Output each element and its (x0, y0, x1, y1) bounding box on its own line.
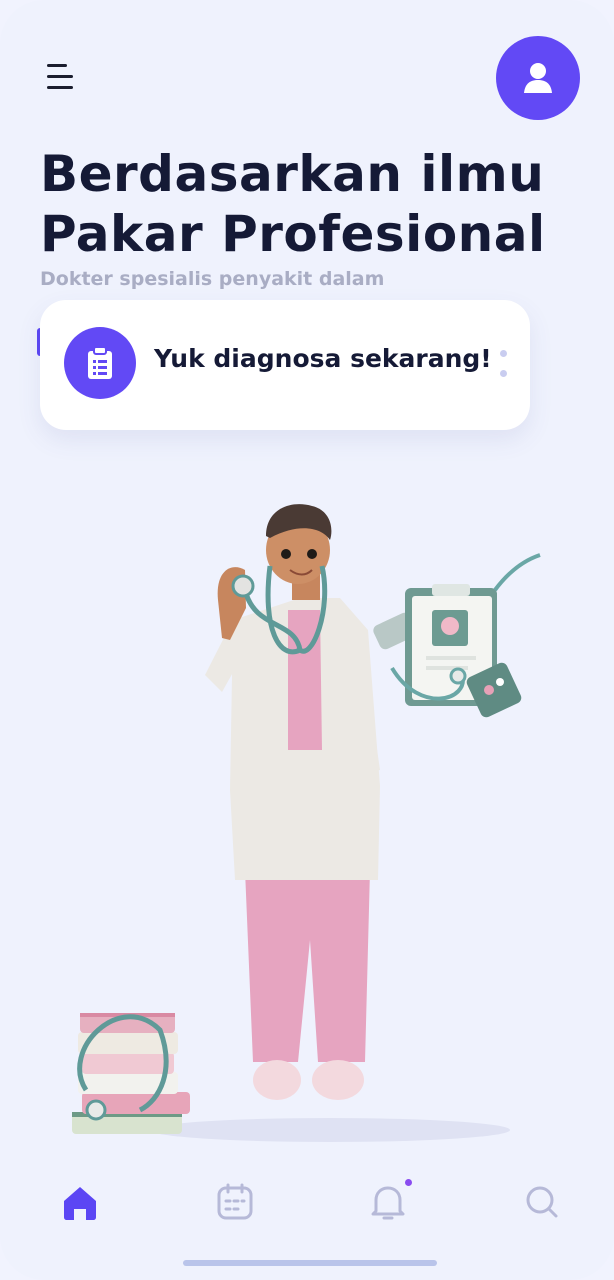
page-subtitle: Dokter spesialis penyakit dalam (40, 268, 385, 290)
hamburger-menu-icon (47, 64, 67, 67)
page-title-line-1: Berdasarkan ilmu (40, 145, 545, 203)
tab-calendar[interactable] (211, 1178, 259, 1226)
bottom-tab-bar (0, 1160, 614, 1250)
page-title: Berdasarkan ilmu Pakar Profesional (40, 144, 580, 264)
doctor-illustration (72, 504, 541, 1142)
home-icon (64, 1187, 96, 1220)
home-indicator (183, 1260, 437, 1266)
tab-search[interactable] (518, 1178, 566, 1226)
more-vertical-icon[interactable] (494, 348, 514, 388)
doctor-with-stethoscope (205, 504, 380, 1100)
hamburger-menu-line (47, 75, 73, 78)
tab-notifications[interactable] (364, 1178, 412, 1226)
notification-dot (405, 1179, 412, 1186)
bell-icon (371, 1186, 405, 1220)
user-icon (524, 63, 552, 93)
diagnose-cta-card[interactable]: Yuk diagnosa sekarang! (40, 300, 530, 430)
menu-button[interactable] (40, 56, 84, 100)
hamburger-menu-line (47, 86, 73, 89)
diagnose-cta-label: Yuk diagnosa sekarang! (154, 344, 492, 373)
search-icon (526, 1186, 558, 1218)
tab-home[interactable] (56, 1178, 104, 1226)
calendar-icon (217, 1183, 253, 1220)
profile-avatar-button[interactable] (496, 36, 580, 120)
page-title-line-2: Pakar Profesional (40, 205, 546, 263)
stack-of-books (72, 1013, 190, 1134)
clipboard-icon (88, 346, 112, 379)
clipboard-with-stethoscope (373, 553, 541, 718)
app-screen: Berdasarkan ilmu Pakar Profesional Dokte… (0, 0, 614, 1280)
clipboard-icon-badge (64, 327, 136, 399)
